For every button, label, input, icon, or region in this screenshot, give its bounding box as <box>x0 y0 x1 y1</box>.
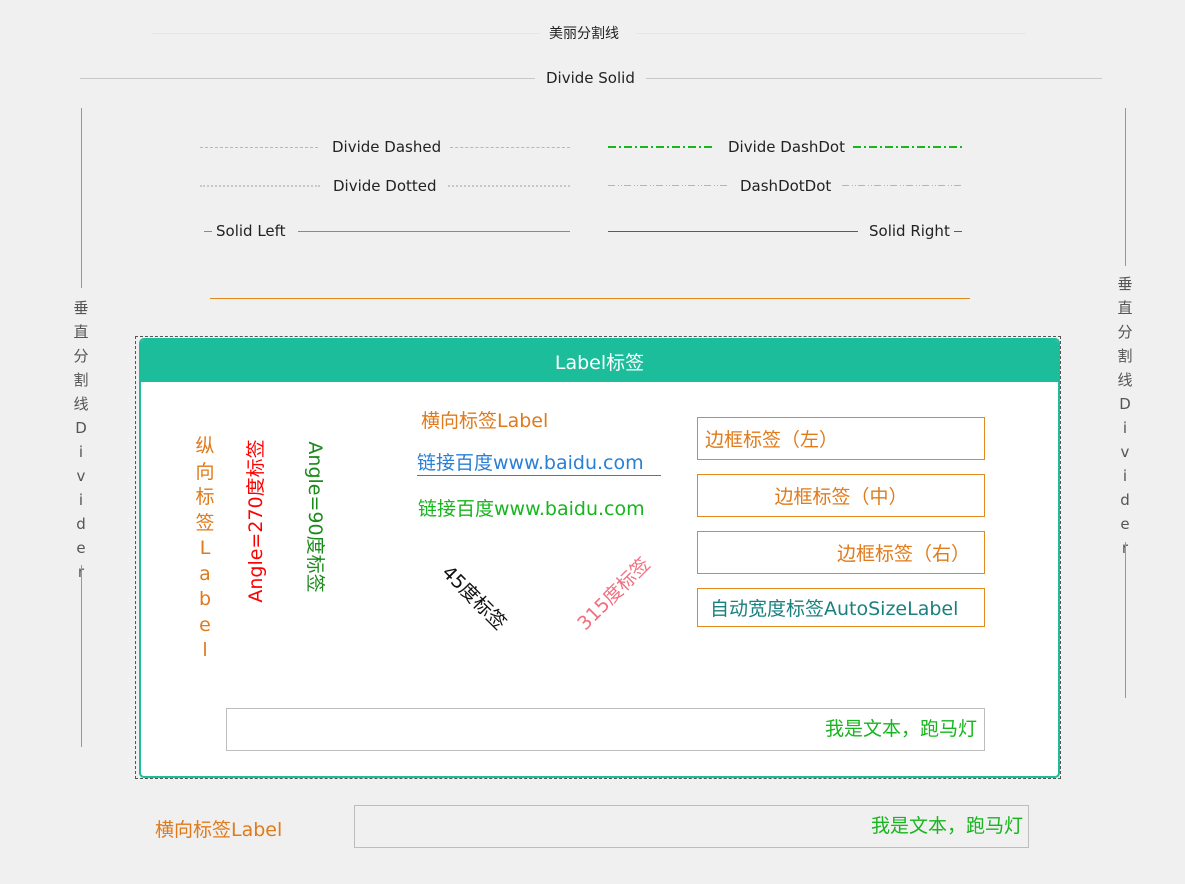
vertical-divider-left-char: d <box>76 515 86 533</box>
vertical-label-char: 标 <box>195 486 215 508</box>
solid-right-line-short <box>954 231 962 232</box>
vertical-label-char: a <box>199 562 211 585</box>
vertical-divider-right-char: d <box>1120 491 1130 509</box>
baidu-link[interactable]: 链接百度www.baidu.com <box>417 451 661 476</box>
angle-270-label: Angle=270度标签 <box>245 439 267 603</box>
dashdot-divider-line-right <box>853 146 963 148</box>
panel-marquee-text: 我是文本，跑马灯 <box>825 718 978 740</box>
panel-marquee: 我是文本，跑马灯 <box>226 708 985 751</box>
autosize-label-text: 自动宽度标签AutoSizeLabel <box>710 598 959 620</box>
vertical-divider-right-char: 分 <box>1117 323 1133 341</box>
vertical-label-char: L <box>199 537 211 559</box>
vertical-divider-right-label: 垂直分割线Divider <box>1114 272 1136 560</box>
vertical-divider-left-line-bottom <box>81 565 82 747</box>
solid-divider-line-right <box>646 78 1102 79</box>
vertical-divider-right-line-bottom <box>1125 542 1126 698</box>
dashdotdot-divider-label: DashDotDot <box>740 177 832 195</box>
vertical-divider-right-char: v <box>1120 443 1130 461</box>
vertical-divider-right-line-top <box>1125 108 1126 266</box>
solid-divider-label: Divide Solid <box>546 69 635 87</box>
frame-label-center-text: 边框标签（中） <box>774 486 908 508</box>
beautiful-divider-label: 美丽分割线 <box>549 26 619 42</box>
vertical-divider-left-char: v <box>76 467 86 485</box>
frame-label-left-text: 边框标签（左） <box>705 429 839 451</box>
dotted-divider-line-left <box>200 185 320 187</box>
beautiful-divider-line-right <box>636 33 1026 34</box>
vertical-divider-left-char: 割 <box>73 371 89 389</box>
bottom-horizontal-label: 横向标签Label <box>155 819 283 841</box>
solid-left-label: Solid Left <box>216 222 286 240</box>
dashed-divider-line-right <box>450 147 570 148</box>
dashdot-divider-label: Divide DashDot <box>728 138 845 156</box>
vertical-divider-left-char: 线 <box>73 395 89 413</box>
vertical-divider-right-char: 垂 <box>1117 275 1133 293</box>
vertical-divider-left-char: D <box>75 419 87 437</box>
vertical-divider-right-char: 割 <box>1117 347 1133 365</box>
bottom-marquee: 我是文本，跑马灯 <box>354 805 1029 848</box>
dotted-divider-line-right <box>448 185 570 187</box>
frame-label-left: 边框标签（左） <box>697 417 985 460</box>
vertical-divider-left-char: i <box>78 491 84 509</box>
horizontal-label: 横向标签Label <box>421 410 549 432</box>
vertical-divider-right-char: D <box>1119 395 1131 413</box>
dotted-divider-label: Divide Dotted <box>333 177 437 195</box>
orange-separator-line <box>210 298 970 299</box>
vertical-label-char: b <box>198 588 212 610</box>
vertical-label-char: e <box>199 613 211 636</box>
frame-label-right: 边框标签（右） <box>697 531 985 574</box>
solid-left-line-long <box>298 231 570 232</box>
solid-right-label: Solid Right <box>869 222 950 240</box>
dashed-divider-line-left <box>200 147 318 148</box>
vertical-divider-right-char: i <box>1122 467 1128 485</box>
vertical-label-char: 向 <box>195 460 215 483</box>
vertical-divider-left-label: 垂直分割线Divider <box>70 296 92 584</box>
vertical-label: 纵向标签Label <box>194 434 216 664</box>
frame-label-center: 边框标签（中） <box>697 474 985 517</box>
vertical-divider-left-line-top <box>81 108 82 288</box>
angle-90-label: Angle=90度标签 <box>304 441 326 593</box>
vertical-divider-left-char: 分 <box>73 347 89 365</box>
vertical-divider-right-char: i <box>1122 419 1128 437</box>
vertical-divider-left-char: i <box>78 443 84 461</box>
vertical-divider-left-char: e <box>76 539 86 557</box>
beautiful-divider-line-left <box>152 33 540 34</box>
vertical-label-char: 纵 <box>195 435 215 457</box>
baidu-link-plain[interactable]: 链接百度www.baidu.com <box>418 497 645 521</box>
vertical-divider-right-char: 线 <box>1117 371 1133 389</box>
vertical-label-char: 签 <box>195 511 215 534</box>
solid-right-line-long <box>608 231 858 232</box>
vertical-divider-right-char: e <box>1120 515 1130 533</box>
frame-label-right-text: 边框标签（右） <box>836 543 970 565</box>
bottom-marquee-text: 我是文本，跑马灯 <box>871 815 1024 837</box>
autosize-label: 自动宽度标签AutoSizeLabel <box>697 588 985 627</box>
vertical-divider-left-char: 垂 <box>73 299 89 317</box>
solid-left-line-short <box>204 231 212 232</box>
panel-title: Label标签 <box>141 340 1058 382</box>
vertical-divider-left-char: 直 <box>73 323 89 341</box>
vertical-divider-right-char: 直 <box>1117 299 1133 317</box>
solid-divider-line-left <box>80 78 535 79</box>
dashdotdot-divider-line-left <box>608 185 728 186</box>
dashed-divider-label: Divide Dashed <box>332 138 442 156</box>
dashdot-divider-line-left <box>608 146 715 148</box>
dashdotdot-divider-line-right <box>842 185 962 186</box>
vertical-label-char: l <box>202 639 208 661</box>
